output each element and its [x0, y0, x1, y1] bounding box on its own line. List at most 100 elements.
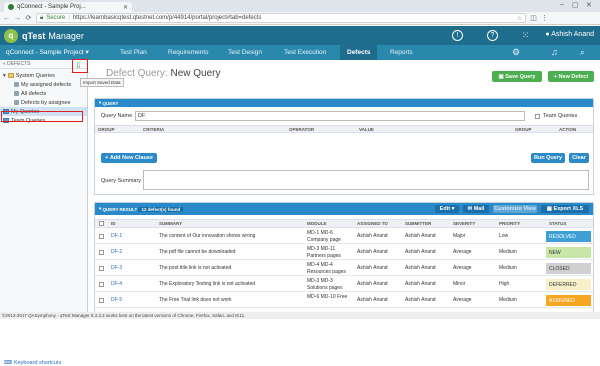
run-query-button[interactable]: Run Query [531, 153, 565, 163]
defect-submitter: Ashish Anand [405, 249, 436, 255]
query-icon [14, 82, 19, 87]
import-saved-data-icon[interactable]: ⇩ [75, 61, 82, 70]
tab-title: qConnect - Sample Proj... [17, 4, 86, 10]
secure-label: Secure [46, 15, 66, 21]
defect-summary: The pdf file cannot be downloaded [159, 249, 236, 255]
table-row[interactable]: DF-2 The pdf file cannot be downloaded MD-… [95, 245, 593, 260]
row-checkbox[interactable] [99, 282, 104, 287]
new-defect-button[interactable]: + New Defect [548, 71, 594, 82]
defect-id-link[interactable]: DF-3 [111, 265, 122, 271]
extension-icon[interactable]: ◫ [530, 14, 537, 22]
user-avatar-icon: ● [545, 31, 550, 38]
user-menu[interactable]: ● Ashish Anand [545, 31, 594, 38]
result-count-badge: 12 defect(s) found [138, 206, 184, 212]
query-summary-box [143, 170, 589, 190]
status-badge: DEFERRED [546, 279, 591, 290]
defect-module: MD-1 MD-6 [307, 230, 333, 236]
page-title-prefix: Defect Query: [106, 68, 168, 79]
defect-id-link[interactable]: DF-1 [111, 233, 122, 239]
defect-submitter: Ashish Anand [405, 297, 436, 303]
reload-icon[interactable]: ⟳ [25, 14, 32, 22]
edit-dropdown[interactable]: Edit ▾ [435, 205, 459, 213]
tree-defects-by-assignee[interactable]: Defects by assignee [0, 98, 87, 107]
back-icon[interactable]: ← [3, 15, 10, 22]
result-title: QUERY RESULT [102, 206, 138, 212]
clear-button[interactable]: Clear [569, 153, 589, 163]
nav-test-plan[interactable]: Test Plan [120, 45, 147, 60]
nav-test-design[interactable]: Test Design [228, 45, 262, 60]
defect-id-link[interactable]: DF-2 [111, 249, 122, 255]
search-icon[interactable]: ⌕ [580, 45, 585, 60]
col-criteria: CRITERIA [143, 127, 165, 132]
team-queries-label: Team Queries [543, 113, 578, 119]
plus-icon: + [105, 155, 109, 161]
user-name: Ashish Anand [551, 31, 594, 38]
row-checkbox[interactable] [99, 266, 104, 271]
help-icon[interactable]: ? [487, 30, 498, 41]
settings-gear-icon[interactable]: ⚙ [512, 45, 520, 60]
row-checkbox[interactable] [99, 250, 104, 255]
table-row[interactable]: DF-1 The content of Our innovation shows … [95, 229, 593, 244]
mail-button[interactable]: ✉ Mail [463, 205, 489, 213]
col-priority: PRIORITY [499, 221, 521, 226]
customize-view-button[interactable]: Customize View [493, 205, 537, 213]
col-submitter: SUBMITTER [405, 221, 432, 226]
nav-requirements[interactable]: Requirements [168, 45, 208, 60]
notification-icon[interactable]: ! [452, 30, 463, 41]
collapse-icon[interactable]: « [3, 61, 6, 67]
address-bar: ← → ⟳ 🔒︎ Secure | https://learnbasicqtes… [0, 12, 600, 25]
maximize-icon[interactable]: ▢ [572, 1, 579, 9]
close-window-icon[interactable]: ✕ [586, 1, 592, 9]
save-query-label: Save Query [505, 73, 536, 80]
nav-reports[interactable]: Reports [390, 45, 413, 60]
bookmark-star-icon[interactable]: ☆ [517, 15, 522, 22]
defect-assigned-to: Ashish Anand [357, 249, 388, 255]
menu-icon[interactable]: ⋮ [541, 14, 548, 22]
tree-my-assigned-defects[interactable]: My assigned defects [0, 80, 87, 89]
col-action: ACTION [559, 127, 577, 132]
query-result-panel: ▾ QUERY RESULT 12 defect(s) found Edit ▾… [94, 202, 594, 314]
save-query-button[interactable]: ▣ Save Query [492, 71, 542, 82]
table-row[interactable]: DF-5 The Free Trial link does not work MD-… [95, 293, 593, 308]
defect-id-link[interactable]: DF-4 [111, 281, 122, 287]
tab-close-icon[interactable]: ✕ [123, 4, 128, 11]
my-queries-highlight [1, 111, 83, 122]
main-content: Defect Query: New Query ▣ Save Query + N… [90, 60, 600, 314]
defect-submitter: Ashish Anand [405, 281, 436, 287]
nav-test-execution[interactable]: Test Execution [284, 45, 326, 60]
defect-id-link[interactable]: DF-5 [111, 297, 122, 303]
defect-severity: Major [453, 233, 466, 239]
browser-tab[interactable]: qConnect - Sample Proj... ✕ [4, 2, 132, 12]
defect-assigned-to: Ashish Anand [357, 297, 388, 303]
save-icon: ▣ [498, 73, 504, 80]
defect-submitter: Ashish Anand [405, 265, 436, 271]
query-name-label: Query Name [101, 113, 133, 119]
bell-icon[interactable]: ♫ [551, 45, 558, 60]
col-summary: SUMMARY [159, 221, 183, 226]
url-field[interactable]: 🔒︎ Secure | https://learnbasicqtest.qtes… [36, 13, 526, 23]
forward-icon[interactable]: → [14, 15, 21, 22]
defect-module-name: Resources pages [307, 269, 346, 275]
brand-name: qTest [22, 30, 46, 41]
export-xls-button[interactable]: ▦ Export XLS [541, 205, 589, 213]
keyboard-shortcuts-link[interactable]: ⌨ Keyboard shortcuts [4, 360, 61, 366]
status-badge: CLOSED [546, 263, 591, 274]
row-checkbox[interactable] [99, 298, 104, 303]
defect-module: MD-3 MD-3 [307, 278, 333, 284]
select-all-checkbox[interactable] [99, 221, 104, 226]
defect-priority: Low [499, 233, 509, 239]
browser-tab-bar: qConnect - Sample Proj... ✕ – ▢ ✕ [0, 0, 600, 12]
project-selector[interactable]: qConnect - Sample Project ▾ [6, 45, 89, 60]
tree-label: All defects [21, 90, 47, 97]
nav-defects[interactable]: Defects [340, 45, 378, 60]
row-checkbox[interactable] [99, 234, 104, 239]
query-name-input[interactable]: DF [135, 111, 525, 121]
tree-all-defects[interactable]: All defects [0, 89, 87, 98]
minimize-icon[interactable]: – [560, 1, 564, 8]
team-queries-checkbox[interactable] [535, 114, 540, 119]
add-new-clause-button[interactable]: + Add New Clause [101, 153, 157, 163]
table-row[interactable]: DF-4 The Exploratory Testing link is not … [95, 277, 593, 292]
apps-grid-icon[interactable]: ⁙ [520, 30, 531, 41]
col-operator: OPERATOR [289, 127, 315, 132]
table-row[interactable]: DF-3 The post title link is not activated… [95, 261, 593, 276]
